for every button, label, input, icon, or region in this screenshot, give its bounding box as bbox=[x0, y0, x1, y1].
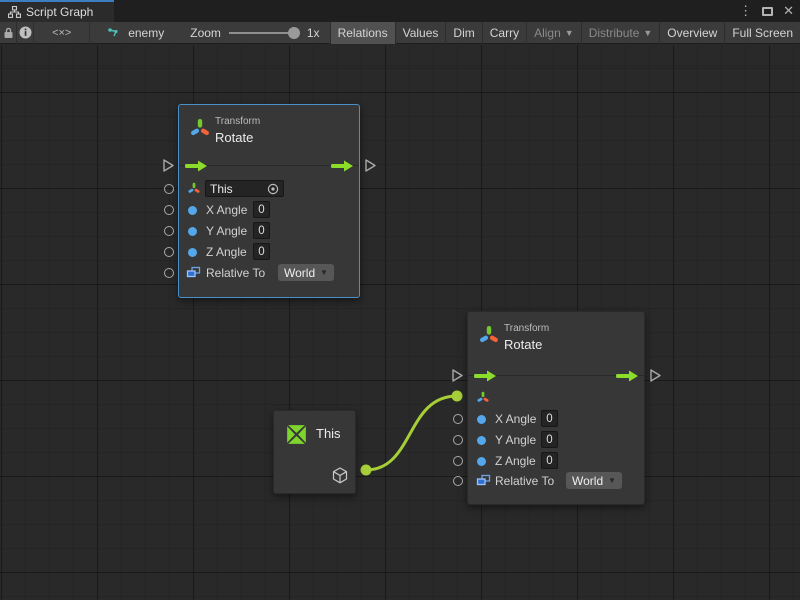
float-port-icon bbox=[477, 436, 486, 445]
flow-in-arrow-icon bbox=[185, 160, 207, 172]
transform-icon bbox=[476, 391, 490, 405]
z-angle-input-port[interactable] bbox=[453, 456, 463, 466]
float-port-icon bbox=[188, 206, 197, 215]
flow-input-port[interactable] bbox=[163, 159, 174, 172]
y-angle-row: Y Angle 0 bbox=[179, 221, 359, 241]
align-button[interactable]: Align ▼ bbox=[527, 22, 582, 44]
node-title: Rotate bbox=[215, 130, 253, 145]
zoom-value: 1x bbox=[297, 26, 330, 40]
zoom-slider[interactable] bbox=[229, 32, 295, 34]
node-category: Transform bbox=[215, 116, 260, 127]
x-angle-row: X Angle 0 bbox=[179, 200, 359, 220]
float-port-icon bbox=[188, 248, 197, 257]
target-object-field[interactable]: This bbox=[205, 180, 284, 197]
y-angle-row: Y Angle 0 bbox=[468, 430, 644, 450]
values-button[interactable]: Values bbox=[396, 22, 447, 44]
graph-reference[interactable]: enemy bbox=[90, 26, 174, 40]
target-input-port[interactable] bbox=[164, 184, 174, 194]
graph-canvas[interactable]: Transform Rotate T bbox=[0, 45, 800, 600]
info-button[interactable] bbox=[17, 22, 34, 44]
this-node-label: This bbox=[316, 426, 341, 441]
code-view-icon: <×> bbox=[52, 27, 71, 39]
object-picker-icon[interactable] bbox=[267, 183, 279, 195]
close-icon[interactable]: ✕ bbox=[783, 0, 794, 22]
relative-to-dropdown[interactable]: World ▼ bbox=[278, 264, 334, 281]
relative-to-row: Relative To World ▼ bbox=[179, 263, 359, 283]
lock-icon bbox=[3, 27, 14, 39]
transform-icon bbox=[188, 117, 212, 141]
y-angle-value-field[interactable]: 0 bbox=[541, 431, 558, 448]
enum-icon bbox=[476, 474, 491, 488]
x-angle-value-field[interactable]: 0 bbox=[541, 410, 558, 427]
node-title: Rotate bbox=[504, 337, 542, 352]
transform-icon bbox=[187, 182, 201, 196]
zoom-label: Zoom bbox=[174, 26, 227, 40]
chevron-down-icon: ▼ bbox=[608, 476, 616, 485]
enum-icon bbox=[186, 266, 201, 280]
x-angle-value-field[interactable]: 0 bbox=[253, 201, 270, 218]
relative-to-input-port[interactable] bbox=[453, 476, 463, 486]
chevron-down-icon: ▼ bbox=[643, 28, 652, 38]
info-icon bbox=[19, 26, 32, 39]
relative-to-dropdown[interactable]: World ▼ bbox=[566, 472, 622, 489]
transform-icon bbox=[477, 324, 501, 348]
target-row-connected bbox=[468, 388, 644, 408]
flow-output-port[interactable] bbox=[650, 369, 661, 382]
gameobject-cube-icon bbox=[332, 467, 348, 484]
graph-ref-label: enemy bbox=[128, 26, 164, 40]
relations-button[interactable]: Relations bbox=[330, 22, 396, 44]
relative-to-row: Relative To World ▼ bbox=[468, 471, 644, 491]
fullscreen-button[interactable]: Full Screen bbox=[725, 22, 800, 44]
x-angle-input-port[interactable] bbox=[453, 414, 463, 424]
rotate-node-2[interactable]: Transform Rotate bbox=[467, 311, 645, 505]
y-angle-value-field[interactable]: 0 bbox=[253, 222, 270, 239]
graph-ref-icon bbox=[108, 27, 122, 39]
carry-button[interactable]: Carry bbox=[483, 22, 527, 44]
flow-row bbox=[468, 366, 644, 386]
z-angle-value-field[interactable]: 0 bbox=[541, 452, 558, 469]
float-port-icon bbox=[477, 457, 486, 466]
z-angle-row: Z Angle 0 bbox=[468, 451, 644, 471]
flow-input-port[interactable] bbox=[452, 369, 463, 382]
flow-output-port[interactable] bbox=[365, 159, 376, 172]
lock-button[interactable] bbox=[0, 22, 17, 44]
maximize-icon[interactable] bbox=[762, 7, 773, 16]
dim-button[interactable]: Dim bbox=[446, 22, 482, 44]
x-angle-row: X Angle 0 bbox=[468, 409, 644, 429]
y-angle-input-port[interactable] bbox=[453, 435, 463, 445]
flow-out-arrow-icon bbox=[616, 370, 638, 382]
node-category: Transform bbox=[504, 323, 549, 334]
target-row: This bbox=[179, 179, 359, 199]
flow-in-arrow-icon bbox=[474, 370, 496, 382]
overview-button[interactable]: Overview bbox=[660, 22, 725, 44]
script-graph-icon bbox=[8, 6, 21, 18]
z-angle-row: Z Angle 0 bbox=[179, 242, 359, 262]
tab-label: Script Graph bbox=[26, 5, 93, 19]
rotate-node-2-header[interactable]: Transform Rotate bbox=[468, 312, 644, 360]
this-converge-icon bbox=[283, 421, 310, 448]
flow-row bbox=[179, 156, 359, 176]
code-view-button[interactable]: <×> bbox=[34, 22, 90, 44]
y-angle-input-port[interactable] bbox=[164, 226, 174, 236]
float-port-icon bbox=[188, 227, 197, 236]
rotate-node-1[interactable]: Transform Rotate T bbox=[178, 104, 360, 298]
z-angle-value-field[interactable]: 0 bbox=[253, 243, 270, 260]
rotate-node-1-header[interactable]: Transform Rotate bbox=[179, 105, 359, 153]
this-node[interactable]: This bbox=[273, 410, 356, 494]
window-tab-bar: Script Graph ⋮ ✕ bbox=[0, 0, 800, 22]
window-menu-icon[interactable]: ⋮ bbox=[739, 0, 752, 22]
z-angle-input-port[interactable] bbox=[164, 247, 174, 257]
connection-wire bbox=[0, 45, 800, 600]
graph-toolbar: <×> enemy Zoom 1x Relations Values Dim C… bbox=[0, 22, 800, 44]
x-angle-input-port[interactable] bbox=[164, 205, 174, 215]
tab-script-graph[interactable]: Script Graph bbox=[0, 0, 114, 22]
zoom-slider-handle[interactable] bbox=[288, 27, 300, 39]
distribute-button[interactable]: Distribute ▼ bbox=[582, 22, 661, 44]
chevron-down-icon: ▼ bbox=[320, 268, 328, 277]
float-port-icon bbox=[477, 415, 486, 424]
relative-to-input-port[interactable] bbox=[164, 268, 174, 278]
flow-out-arrow-icon bbox=[331, 160, 353, 172]
chevron-down-icon: ▼ bbox=[565, 28, 574, 38]
